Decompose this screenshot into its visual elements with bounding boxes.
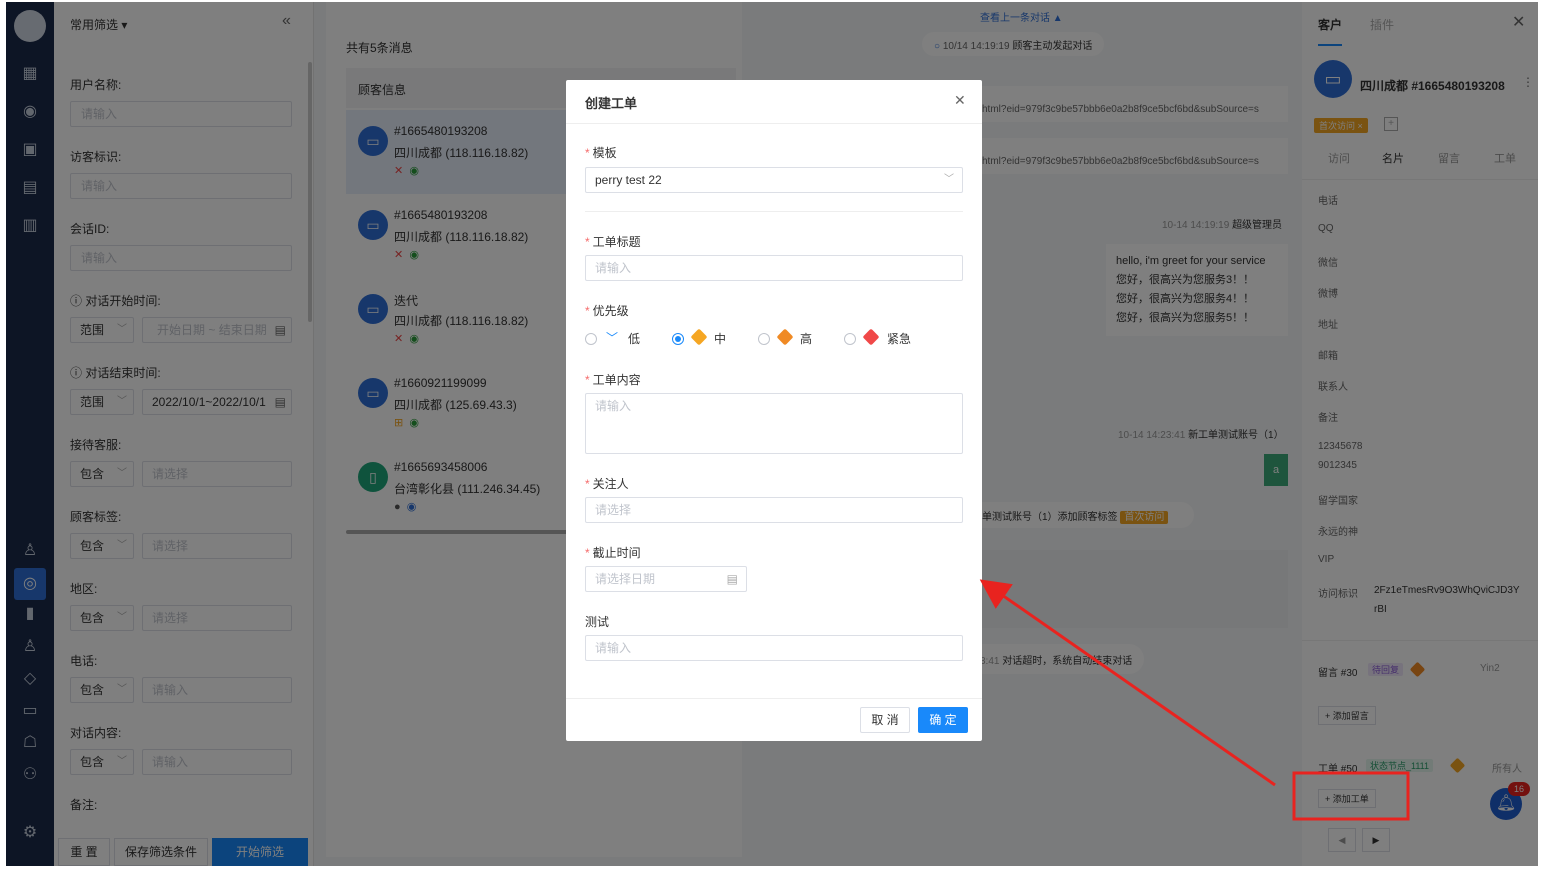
annotation-highlight-box (1292, 771, 1410, 821)
app-root: ▦ ◉ ▣ ▤ ▥ ♙ ◎ ▮ ♙ ◇ ▭ ☖ ⚇ ⚙ 常用筛选 ▾ « 用户名… (0, 0, 1550, 873)
annotation-layer (979, 579, 1410, 821)
annotation-arrow (979, 579, 1276, 787)
